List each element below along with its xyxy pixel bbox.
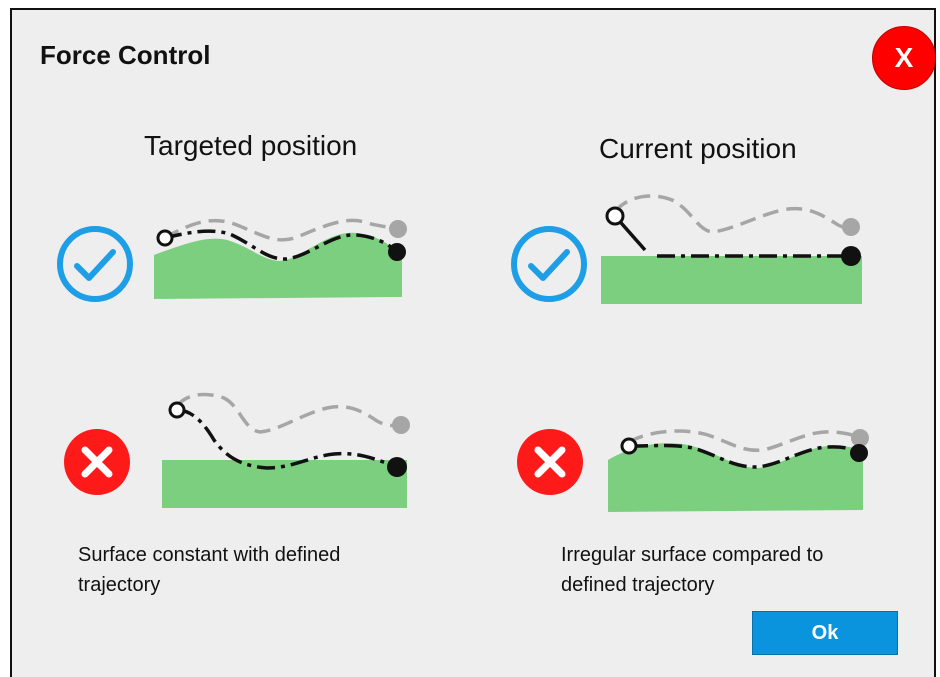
targeted-caption: Surface constant with defined trajectory — [78, 544, 341, 596]
x-circle-icon — [517, 429, 583, 495]
targeted-position-heading: Targeted position — [144, 130, 358, 161]
tool-end-point — [388, 243, 406, 261]
check-circle-icon — [511, 226, 587, 302]
targeted-correct-illustration — [154, 218, 407, 299]
defined-end-point — [392, 416, 410, 434]
start-point — [605, 206, 625, 226]
dialog-title: Force Control — [40, 40, 211, 70]
start-point — [156, 229, 174, 247]
start-point — [620, 437, 638, 455]
defined-end-point — [389, 220, 407, 238]
targeted-incorrect-illustration — [162, 392, 410, 508]
current-caption: Irregular surface compared to defined tr… — [561, 544, 824, 596]
close-button[interactable]: X — [872, 26, 936, 90]
start-point — [168, 401, 186, 419]
tool-end-point — [850, 444, 868, 462]
tool-end-point — [841, 246, 861, 266]
tool-end-point — [387, 457, 407, 477]
force-control-dialog: Force Control X Targeted position Curren… — [10, 8, 936, 677]
defined-end-point — [842, 218, 860, 236]
ok-button[interactable]: Ok — [752, 611, 898, 655]
current-incorrect-illustration — [608, 429, 869, 512]
check-circle-icon — [57, 226, 133, 302]
x-circle-icon — [64, 429, 130, 495]
current-correct-illustration — [601, 194, 862, 304]
current-position-heading: Current position — [599, 133, 797, 164]
close-icon: X — [894, 42, 914, 73]
